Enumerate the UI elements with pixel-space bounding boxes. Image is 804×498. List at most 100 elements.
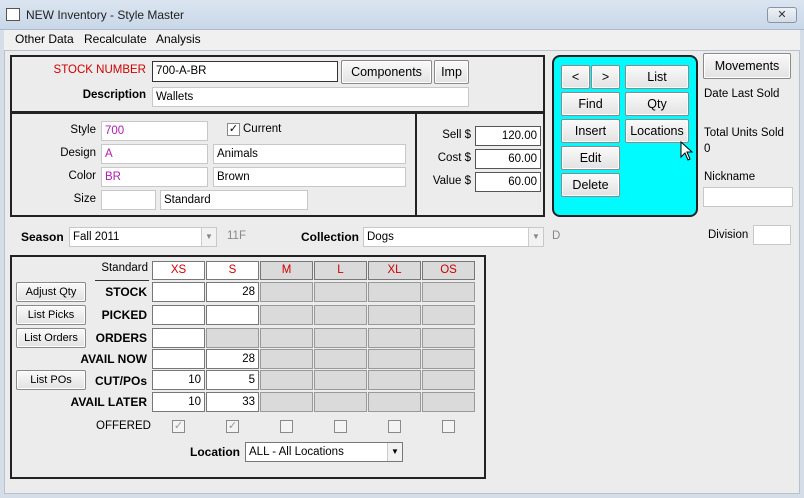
- grid-cell[interactable]: [422, 282, 475, 302]
- size-set-label: Standard: [101, 262, 148, 274]
- panel-divider: [415, 113, 417, 216]
- cost-label: Cost $: [437, 152, 471, 164]
- size-header: M: [260, 261, 313, 280]
- grid-cell[interactable]: [260, 305, 313, 325]
- list-picks-button[interactable]: List Picks: [16, 305, 86, 325]
- cost-price-input[interactable]: 60.00: [475, 149, 541, 169]
- list-button[interactable]: List: [625, 65, 689, 89]
- grid-cell[interactable]: [422, 305, 475, 325]
- grid-cell[interactable]: [260, 392, 313, 412]
- mouse-cursor-icon: [680, 141, 694, 161]
- collection-select[interactable]: Dogs: [363, 227, 544, 247]
- insert-button[interactable]: Insert: [561, 119, 620, 143]
- current-checkbox[interactable]: ✓: [227, 123, 240, 136]
- offered-checkbox[interactable]: [388, 420, 401, 433]
- offered-checkbox[interactable]: [442, 420, 455, 433]
- grid-cell[interactable]: [422, 392, 475, 412]
- grid-cell[interactable]: [152, 349, 205, 369]
- grid-cell[interactable]: [152, 305, 205, 325]
- grid-cell[interactable]: [152, 328, 205, 348]
- color-name-input[interactable]: Brown: [213, 167, 406, 187]
- grid-cell[interactable]: [368, 328, 421, 348]
- season-dropdown-icon[interactable]: ▼: [201, 228, 216, 246]
- size-header: L: [314, 261, 367, 280]
- grid-cell[interactable]: [314, 328, 367, 348]
- location-select[interactable]: ALL - All Locations: [245, 442, 403, 462]
- size-label: Size: [73, 193, 96, 205]
- collection-dropdown-icon[interactable]: ▼: [528, 228, 543, 246]
- qty-button[interactable]: Qty: [625, 92, 689, 116]
- grid-cell[interactable]: [368, 282, 421, 302]
- grid-cell[interactable]: [422, 328, 475, 348]
- grid-cell[interactable]: [314, 282, 367, 302]
- grid-cell[interactable]: 10: [152, 392, 205, 412]
- color-code-input[interactable]: BR: [101, 167, 208, 187]
- grid-cell[interactable]: 10: [152, 370, 205, 390]
- grid-cell[interactable]: [206, 305, 259, 325]
- grid-cell[interactable]: [260, 370, 313, 390]
- design-code-input[interactable]: A: [101, 144, 208, 164]
- close-window-button[interactable]: ✕: [767, 7, 797, 23]
- menu-other-data[interactable]: Other Data: [15, 32, 74, 46]
- size-code-input[interactable]: [101, 190, 156, 210]
- grid-cell[interactable]: [260, 282, 313, 302]
- description-input[interactable]: Wallets: [152, 87, 469, 107]
- location-dropdown-icon[interactable]: ▼: [387, 443, 402, 461]
- list-orders-button[interactable]: List Orders: [16, 328, 86, 348]
- value-label: Value $: [432, 175, 471, 187]
- stock-number-input[interactable]: 700-A-BR: [152, 61, 338, 82]
- grid-cell[interactable]: [260, 349, 313, 369]
- grid-row-label: AVAIL NOW: [80, 352, 147, 366]
- next-record-button[interactable]: >: [591, 65, 620, 89]
- grid-cell[interactable]: [368, 392, 421, 412]
- size-name-input[interactable]: Standard: [160, 190, 308, 210]
- grid-cell[interactable]: [422, 349, 475, 369]
- total-units-sold-value: 0: [704, 143, 711, 155]
- grid-cell[interactable]: [206, 328, 259, 348]
- sell-price-input[interactable]: 120.00: [475, 126, 541, 146]
- total-units-sold-label: Total Units Sold: [704, 127, 784, 139]
- grid-cell[interactable]: [314, 305, 367, 325]
- description-label: Description: [82, 89, 146, 101]
- offered-checkbox[interactable]: [334, 420, 347, 433]
- grid-cell[interactable]: 33: [206, 392, 259, 412]
- style-label: Style: [70, 124, 96, 136]
- grid-cell[interactable]: 5: [206, 370, 259, 390]
- list-pos-button[interactable]: List POs: [16, 370, 86, 390]
- adjust-qty-button[interactable]: Adjust Qty: [16, 282, 86, 302]
- delete-button[interactable]: Delete: [561, 173, 620, 197]
- grid-cell[interactable]: [314, 349, 367, 369]
- value-price-input[interactable]: 60.00: [475, 172, 541, 192]
- grid-cell[interactable]: [152, 282, 205, 302]
- grid-cell[interactable]: [368, 370, 421, 390]
- menu-recalculate[interactable]: Recalculate: [84, 32, 147, 46]
- find-button[interactable]: Find: [561, 92, 620, 116]
- components-button[interactable]: Components: [341, 60, 432, 84]
- offered-checkbox[interactable]: ✓: [226, 420, 239, 433]
- grid-cell[interactable]: 28: [206, 349, 259, 369]
- offered-label: OFFERED: [96, 420, 151, 432]
- menu-analysis[interactable]: Analysis: [156, 32, 201, 46]
- grid-cell[interactable]: [260, 328, 313, 348]
- season-select[interactable]: Fall 2011: [69, 227, 217, 247]
- offered-checkbox[interactable]: [280, 420, 293, 433]
- grid-cell[interactable]: 28: [206, 282, 259, 302]
- previous-record-button[interactable]: <: [561, 65, 590, 89]
- grid-cell[interactable]: [368, 305, 421, 325]
- movements-button[interactable]: Movements: [703, 53, 791, 79]
- division-input[interactable]: [753, 225, 791, 245]
- season-label: Season: [21, 230, 64, 244]
- grid-cell[interactable]: [314, 392, 367, 412]
- grid-cell[interactable]: [314, 370, 367, 390]
- imp-button[interactable]: Imp: [434, 60, 469, 84]
- nickname-input[interactable]: [703, 187, 793, 207]
- locations-button[interactable]: Locations: [625, 119, 689, 143]
- design-name-input[interactable]: Animals: [213, 144, 406, 164]
- nickname-label: Nickname: [704, 171, 756, 183]
- style-input[interactable]: 700: [101, 121, 208, 141]
- grid-cell[interactable]: [422, 370, 475, 390]
- edit-button[interactable]: Edit: [561, 146, 620, 170]
- size-header: OS: [422, 261, 475, 280]
- offered-checkbox[interactable]: ✓: [172, 420, 185, 433]
- grid-cell[interactable]: [368, 349, 421, 369]
